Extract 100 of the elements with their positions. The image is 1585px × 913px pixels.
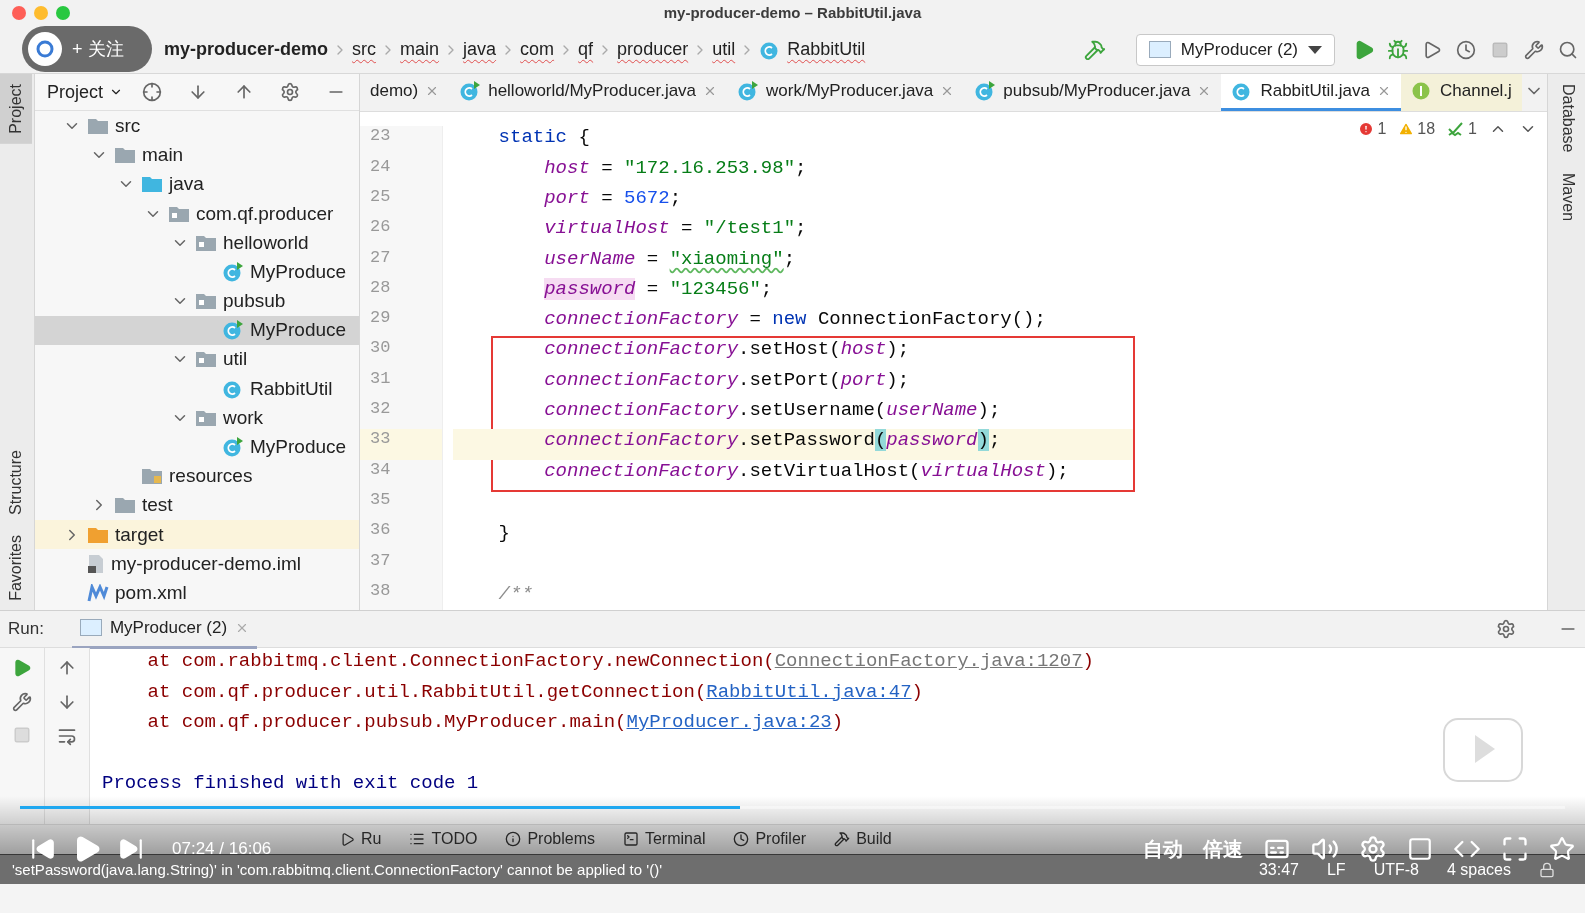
tree-item[interactable]: main <box>35 140 359 170</box>
tool-window-tab[interactable]: Project <box>0 74 32 145</box>
previous-icon[interactable] <box>30 836 56 862</box>
breadcrumb[interactable]: main <box>400 39 440 61</box>
line-number: 34 <box>369 459 392 481</box>
line-number: 25 <box>369 186 392 208</box>
close-icon[interactable] <box>12 6 26 20</box>
channel-logo-icon <box>28 32 62 66</box>
tool-window-tab[interactable]: Maven <box>1548 162 1585 231</box>
tree-item[interactable]: my-producer-demo.iml <box>35 549 359 579</box>
breadcrumb[interactable]: RabbitUtil <box>759 39 866 61</box>
console-line: at com.rabbitmq.client.ConnectionFactory.newConnection(ConnectionFactory.java:1207) <box>146 650 1095 675</box>
run-tab[interactable]: MyProducer (2) <box>71 609 258 649</box>
editor-tab[interactable]: demo) <box>360 74 450 112</box>
editor-tab[interactable]: RabbitUtil.java <box>1221 74 1402 112</box>
star-icon[interactable] <box>1549 836 1575 862</box>
breadcrumb[interactable]: src <box>352 39 377 61</box>
folder-icon <box>195 350 217 369</box>
project-view-dropdown[interactable]: Project <box>47 81 124 103</box>
tree-item[interactable]: test <box>35 490 359 520</box>
tree-item[interactable]: util <box>35 344 359 375</box>
tool-window-tab[interactable]: TODO <box>409 830 478 849</box>
folder-icon <box>141 175 163 194</box>
tool-window-tab[interactable]: Build <box>834 830 892 849</box>
editor-tab[interactable]: Channel.j <box>1401 74 1522 112</box>
tree-item-label: util <box>223 348 248 371</box>
runnable-class-icon <box>974 81 997 102</box>
wrap-icon[interactable] <box>57 726 77 747</box>
lock-icon[interactable] <box>1539 861 1555 878</box>
tree-item[interactable]: MyProduce <box>35 432 359 462</box>
tree-item[interactable]: work <box>35 403 359 433</box>
tool-window-tab[interactable]: Profiler <box>733 830 807 849</box>
error-count[interactable]: 1 <box>1358 120 1387 139</box>
tree-item-label: pom.xml <box>115 581 187 604</box>
follow-badge[interactable]: + 关注 <box>22 26 152 72</box>
code-line: virtualHost = "/test1"; <box>543 217 807 242</box>
status-item[interactable]: LF <box>1326 860 1346 879</box>
run-icon <box>340 831 355 847</box>
tool-window-tab[interactable]: Favorites <box>0 524 32 611</box>
status-item[interactable]: 4 spaces <box>1446 860 1511 879</box>
tree-item[interactable]: resources <box>35 461 359 491</box>
folder-icon <box>195 408 217 427</box>
typo-count[interactable]: 1 <box>1447 120 1477 139</box>
breadcrumb[interactable]: qf <box>578 39 594 61</box>
follow-label: + 关注 <box>72 38 124 61</box>
tool-window-tab[interactable]: Structure <box>0 439 32 525</box>
run-icon[interactable] <box>12 658 32 679</box>
tree-item[interactable]: RabbitUtil <box>35 374 359 404</box>
tree-item-label: target <box>115 523 164 546</box>
tree-item[interactable]: com.qf.producer <box>35 198 359 229</box>
window-icon <box>79 619 102 637</box>
settings-icon[interactable] <box>1359 835 1387 863</box>
code-line: } <box>497 522 510 547</box>
tree-item-label: work <box>223 406 264 429</box>
line-number: 23 <box>369 126 392 148</box>
tree-item[interactable]: pubsub <box>35 286 359 316</box>
breadcrumb[interactable]: my-producer-demo <box>164 39 329 61</box>
editor-tab[interactable]: pubsub/MyProducer.java <box>964 74 1222 112</box>
source-link[interactable]: RabbitUtil.java:47 <box>706 680 912 703</box>
tree-item[interactable]: pom.xml <box>35 578 359 608</box>
run-configuration-dropdown[interactable]: MyProducer (2) <box>1135 33 1335 66</box>
tree-item-label: MyProduce <box>250 319 347 342</box>
progress-track[interactable] <box>20 806 1565 809</box>
tree-item-label: helloworld <box>223 231 309 254</box>
editor-tab[interactable]: work/MyProducer.java <box>727 74 965 112</box>
tree-item-label: src <box>115 114 141 137</box>
tree-item[interactable]: helloworld <box>35 228 359 258</box>
editor-tab[interactable]: helloworld/MyProducer.java <box>449 74 728 112</box>
runnable-class-icon <box>222 320 244 341</box>
line-number: 38 <box>369 580 392 602</box>
breadcrumb[interactable]: util <box>712 39 736 61</box>
tree-item[interactable]: java <box>35 169 359 199</box>
tool-window-tab[interactable]: Problems <box>505 830 595 849</box>
status-item[interactable]: UTF-8 <box>1373 860 1419 879</box>
warning-count[interactable]: 18 <box>1398 120 1436 139</box>
line-number: 29 <box>369 308 392 330</box>
tree-item[interactable]: target <box>35 520 359 550</box>
runnable-class-icon <box>737 81 760 102</box>
fullscreen-icon[interactable] <box>1501 835 1529 863</box>
wrench-icon[interactable] <box>12 692 32 713</box>
tool-window-tab[interactable]: Database <box>1548 74 1585 163</box>
code-line: password = "123456"; <box>543 277 773 302</box>
tree-item[interactable]: MyProduce <box>35 315 359 345</box>
runnable-class-icon <box>222 261 244 282</box>
tree-item[interactable]: MyProduce <box>35 257 359 287</box>
line-number: 32 <box>369 399 392 421</box>
breadcrumb[interactable]: com <box>520 39 555 61</box>
tool-window-tab[interactable]: Ru <box>340 830 382 849</box>
tree-item[interactable]: src <box>35 111 359 141</box>
status-item[interactable]: 33:47 <box>1258 860 1299 879</box>
code-line: connectionFactory = new ConnectionFactory(); <box>543 308 1046 333</box>
source-link[interactable]: MyProducer.java:23 <box>626 710 832 733</box>
next-icon[interactable] <box>118 836 144 862</box>
tree-item-label: my-producer-demo.iml <box>111 552 302 575</box>
tool-window-tab[interactable]: Terminal <box>622 830 706 849</box>
breadcrumb[interactable]: producer <box>617 39 689 61</box>
breadcrumb[interactable]: java <box>463 39 497 61</box>
source-link[interactable]: ConnectionFactory.java:1207 <box>774 650 1083 673</box>
line-number: 28 <box>369 277 392 299</box>
status-message: 'setPassword(java.lang.String)' in 'com.rabbitmq.client.ConnectionFactory' cannot be applied to '()' <box>12 861 663 879</box>
